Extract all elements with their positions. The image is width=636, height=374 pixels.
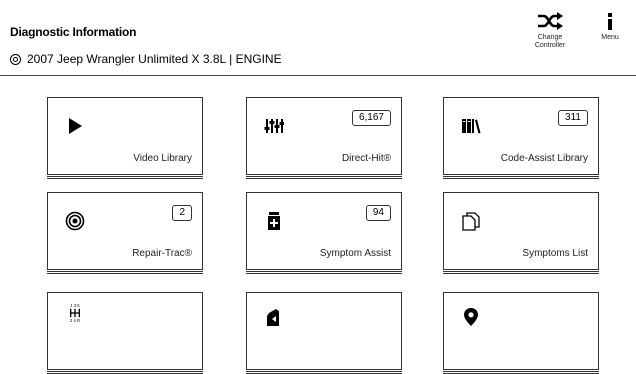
menu-button[interactable]: Menu	[596, 11, 624, 42]
tile-label: Direct-Hit®	[341, 153, 391, 164]
medicine-bottle-icon	[268, 212, 280, 230]
tile-label: Video Library	[133, 153, 192, 164]
count-badge: 94	[365, 205, 391, 221]
location-pin-icon	[464, 308, 478, 326]
tile-direct-hit[interactable]: 6,167 Direct-Hit®	[246, 97, 402, 179]
tile-symptom-assist[interactable]: 94 Symptom Assist	[246, 192, 402, 274]
svg-text:1 3 5: 1 3 5	[70, 303, 80, 308]
header-divider	[0, 75, 636, 76]
count-badge: 2	[172, 205, 192, 221]
oil-can-icon	[267, 309, 279, 326]
info-icon	[608, 13, 612, 30]
tile-label: Symptoms List	[522, 248, 588, 259]
shuffle-icon	[538, 12, 563, 30]
change-controller-label: Change Controller	[534, 34, 566, 49]
tile-label: Code-Assist Library	[500, 153, 588, 164]
play-icon	[69, 118, 82, 134]
tile-repair-trac[interactable]: 2 Repair-Trac®	[47, 192, 203, 274]
page-title: Diagnostic Information	[10, 25, 137, 39]
tile-label: Symptom Assist	[319, 248, 391, 259]
tile-video-library[interactable]: Video Library	[47, 97, 203, 179]
tile-component-locator[interactable]	[443, 292, 599, 374]
app-header: Diagnostic Information 2007 Jeep Wrangle…	[0, 0, 636, 75]
vehicle-icon	[10, 53, 21, 65]
tile-fluids[interactable]	[246, 292, 402, 374]
gear-shift-icon: 1 3 5 2 4 R	[70, 303, 80, 323]
count-badge: 6,167	[351, 110, 391, 126]
tile-symptoms-list[interactable]: Symptoms List	[443, 192, 599, 274]
tile-code-assist-library[interactable]: 311 Code-Assist Library	[443, 97, 599, 179]
sliders-icon	[264, 119, 284, 133]
tile-transmission[interactable]: 1 3 5 2 4 R	[47, 292, 203, 374]
target-icon	[65, 211, 85, 231]
tile-label: Repair-Trac®	[132, 248, 192, 259]
vehicle-label: 2007 Jeep Wrangler Unlimited X 3.8L | EN…	[27, 52, 282, 66]
menu-label: Menu	[601, 34, 619, 41]
books-icon	[462, 119, 481, 134]
documents-icon	[462, 212, 480, 231]
count-badge: 311	[558, 110, 588, 126]
change-controller-button[interactable]: Change Controller	[530, 11, 570, 50]
vehicle-info: 2007 Jeep Wrangler Unlimited X 3.8L | EN…	[10, 52, 282, 66]
svg-text:2 4 R: 2 4 R	[70, 318, 80, 323]
